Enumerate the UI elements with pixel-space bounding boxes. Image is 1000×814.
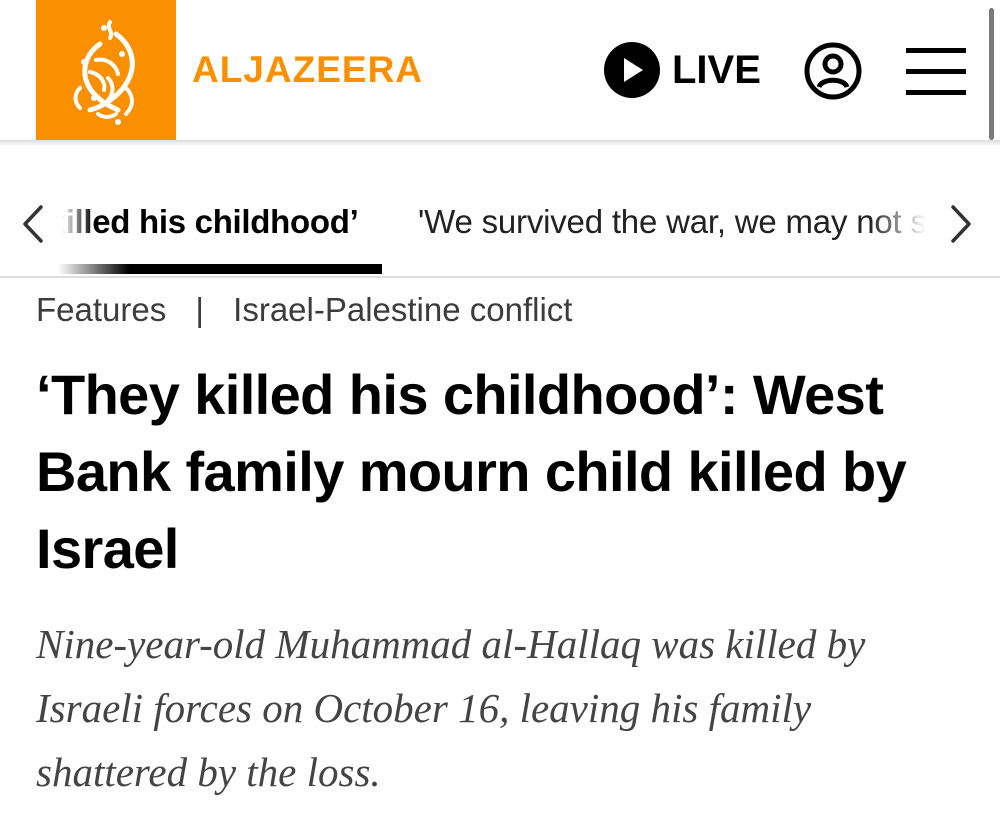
al-jazeera-calligraphy-logo-icon [73, 20, 135, 125]
chevron-right-icon [951, 205, 971, 243]
live-button[interactable]: LIVE [604, 42, 761, 98]
ticker-item-active[interactable]: ‘They killed his childhood’ [58, 202, 359, 242]
play-icon [604, 42, 660, 98]
chevron-left-icon [23, 205, 43, 243]
article-standfirst: Nine-year-old Muhammad al-Hallaq was kil… [36, 621, 866, 795]
hamburger-menu-icon [906, 48, 966, 53]
header-shadow [0, 140, 1000, 146]
related-stories-ticker: ‘They killed his childhood’ 'We survived… [0, 166, 1000, 276]
ticker-item[interactable]: 'We survived the war, we may not survive… [418, 202, 940, 242]
site-header: ALJAZEERA LIVE [0, 0, 1000, 146]
account-button[interactable] [804, 42, 862, 100]
breadcrumb-section-link[interactable]: Features [36, 291, 166, 328]
menu-bar [906, 69, 966, 74]
menu-bar [906, 90, 966, 95]
ticker-divider [0, 276, 1000, 278]
live-label: LIVE [672, 48, 761, 92]
menu-button[interactable] [906, 48, 966, 96]
scrollbar-thumb[interactable] [989, 8, 994, 140]
ticker-next-button[interactable] [946, 204, 976, 244]
ticker-prev-button[interactable] [18, 204, 48, 244]
al-jazeera-logo[interactable] [36, 0, 176, 140]
scrollbar-track[interactable] [989, 0, 1000, 146]
ticker-active-indicator [58, 264, 382, 274]
breadcrumb-separator: | [195, 291, 204, 328]
article-headline: ‘They killed his childhood’: West Bank f… [36, 363, 907, 580]
user-account-icon [804, 42, 862, 100]
brand-name[interactable]: ALJAZEERA [192, 50, 423, 90]
breadcrumb-topic-link[interactable]: Israel-Palestine conflict [233, 291, 572, 328]
breadcrumb: Features | Israel-Palestine conflict [36, 290, 572, 330]
